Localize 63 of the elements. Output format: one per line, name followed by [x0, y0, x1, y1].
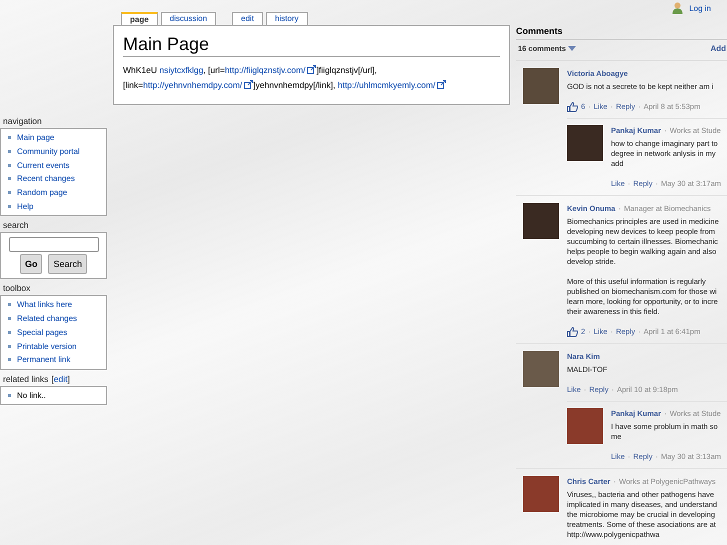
page-tab[interactable]: history [266, 12, 308, 25]
bullet-icon [8, 330, 11, 334]
sidebar-link[interactable]: Community portal [17, 147, 80, 156]
search-field[interactable] [9, 237, 99, 252]
thumbs-up-icon [567, 327, 578, 337]
external-link[interactable]: http://uhlmcmkyemly.com/ [338, 80, 436, 90]
user-icon [672, 2, 684, 14]
avatar-placeholder [523, 351, 559, 387]
portlet-title: navigation [3, 116, 42, 126]
bracket-text: [ [51, 374, 54, 384]
sidebar-link[interactable]: Special pages [17, 328, 68, 337]
external-link-icon [307, 65, 316, 74]
sidebar-link[interactable]: Main page [17, 133, 54, 142]
portlet-title: related links [3, 374, 48, 384]
edit-link[interactable]: edit [54, 374, 68, 384]
bullet-icon [8, 317, 11, 320]
separator-dot: · [618, 203, 622, 214]
caret-icon [568, 46, 576, 51]
add-comment-link[interactable]: Add [710, 44, 726, 53]
separator-dot: · [664, 125, 667, 136]
sidebar-link[interactable]: Help [17, 202, 34, 211]
bullet-icon [8, 136, 11, 140]
sidebar-link[interactable]: Permanent link [17, 355, 70, 364]
sidebar-link[interactable]: Printable version [17, 342, 77, 351]
separator-dot: · [664, 408, 667, 419]
sidebar-link[interactable]: Recent changes [17, 174, 75, 184]
bullet-icon [8, 358, 11, 362]
bullet-icon [8, 204, 11, 208]
sidebar-link[interactable]: Random page [17, 188, 68, 198]
sidebar-link[interactable]: Current events [17, 160, 70, 170]
bullet-icon [8, 344, 11, 348]
portlet-title: toolbox [3, 283, 30, 294]
external-link[interactable]: http://yehnvnhemdpy.com/ [143, 80, 242, 90]
separator-dot: · [613, 476, 616, 487]
avatar-placeholder [523, 476, 559, 512]
bullet-icon [8, 191, 11, 194]
thumbs-up-icon [567, 102, 578, 112]
wiki-link[interactable]: nsiytcxfklgg [159, 65, 204, 75]
external-link-icon [244, 80, 254, 89]
avatar-placeholder [567, 408, 603, 444]
bullet-icon [8, 164, 11, 167]
bullet-icon [8, 177, 11, 180]
page-tab[interactable]: page [121, 12, 158, 25]
sidebar-link[interactable]: Related changes [17, 314, 78, 324]
avatar-placeholder [567, 125, 603, 161]
bracket-text: ] [67, 374, 70, 384]
search-button[interactable]: Go [20, 254, 42, 274]
external-link[interactable]: http://fiiglqznstjv.com/ [224, 65, 306, 75]
bullet-icon [8, 303, 11, 306]
page-tab[interactable]: discussion [160, 12, 216, 25]
login-link[interactable]: Log in [689, 4, 711, 12]
search-button[interactable]: Search [48, 254, 88, 274]
page-tab[interactable]: edit [232, 12, 263, 25]
comments-heading: Comments [516, 26, 727, 40]
avatar-placeholder [523, 203, 559, 239]
sidebar-link[interactable]: What links here [17, 300, 72, 310]
bullet-icon [8, 150, 11, 154]
portlet-title: search [3, 220, 29, 230]
avatar-placeholder [523, 68, 559, 104]
external-link-icon [437, 80, 446, 89]
page-title: Main Page [123, 34, 500, 57]
bullet-icon [8, 394, 11, 397]
page-text: WhK1eU nsiytcxfklgg, [url=http://fiiglqznstjv.com/ ]fiiglqznstjv[/url], [link=http://yehnvnhemdpy.com/ ]yehnvnhemdpy[/link], http://uhlmcmkyemly.com/ [123, 63, 500, 93]
